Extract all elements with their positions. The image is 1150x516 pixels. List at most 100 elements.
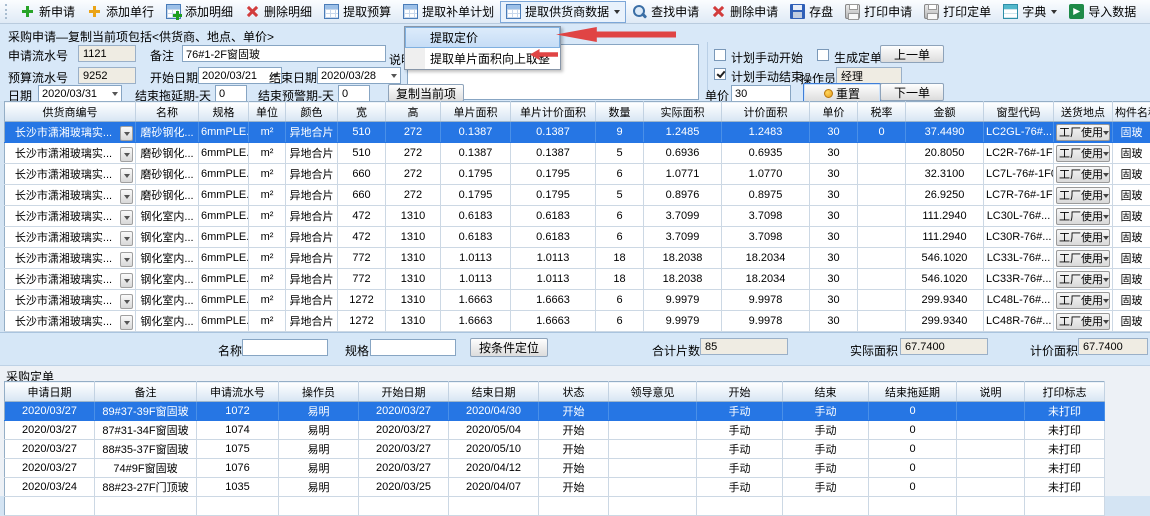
toolbar-grip[interactable]: [5, 4, 10, 19]
column-header[interactable]: 开始: [697, 382, 783, 402]
column-header[interactable]: 送货地点: [1054, 102, 1113, 122]
supplier-dropdown-button[interactable]: [120, 231, 133, 246]
column-header[interactable]: 状态: [539, 382, 609, 402]
dictionary-button[interactable]: 字典: [997, 1, 1063, 23]
delete-detail-button[interactable]: 删除明细: [239, 1, 318, 23]
supplier-dropdown-button[interactable]: [120, 294, 133, 309]
extract-supplier-data-button[interactable]: 提取供货商数据: [500, 1, 626, 23]
table-row[interactable]: 长沙市潇湘玻璃实...磨砂钢化...6mmPLE...m²异地合片6602720…: [5, 164, 1150, 185]
print-application-button[interactable]: 打印申请: [839, 1, 918, 23]
column-header[interactable]: 名称: [136, 102, 199, 122]
menu-item-extract-pricing[interactable]: 提取定价: [405, 27, 560, 48]
table-row[interactable]: 长沙市潇湘玻璃实...磨砂钢化...6mmPLE...m²异地合片5102720…: [5, 143, 1150, 164]
column-header[interactable]: 宽: [338, 102, 386, 122]
column-header[interactable]: 单片面积: [441, 102, 511, 122]
column-header[interactable]: 金额: [906, 102, 984, 122]
column-header[interactable]: 备注: [95, 382, 197, 402]
supplier-dropdown-button[interactable]: [120, 210, 133, 225]
plan-manual-end-checkbox[interactable]: [714, 68, 726, 80]
column-header[interactable]: 单位: [249, 102, 286, 122]
column-header[interactable]: 数量: [596, 102, 644, 122]
unit-price-input[interactable]: [731, 85, 791, 102]
delivery-location-dropdown[interactable]: 工厂使用: [1056, 271, 1110, 288]
delivery-location-dropdown[interactable]: 工厂使用: [1056, 313, 1110, 330]
supplier-dropdown-button[interactable]: [120, 168, 133, 183]
next-order-button[interactable]: 下一单: [880, 83, 944, 101]
delivery-location-dropdown[interactable]: 工厂使用: [1056, 250, 1110, 267]
delay-days-input[interactable]: [215, 85, 247, 102]
column-header[interactable]: 操作员: [279, 382, 359, 402]
add-single-row-button[interactable]: 添加单行: [81, 1, 160, 23]
supplier-dropdown-button[interactable]: [120, 315, 133, 330]
column-header[interactable]: 高: [386, 102, 441, 122]
column-header[interactable]: 结束日期: [449, 382, 539, 402]
table-row[interactable]: 长沙市潇湘玻璃实...磨砂钢化...6mmPLE...m²异地合片6602720…: [5, 185, 1150, 206]
column-header[interactable]: 规格: [199, 102, 249, 122]
column-header[interactable]: 税率: [858, 102, 906, 122]
locate-by-condition-button[interactable]: 按条件定位: [470, 338, 548, 357]
end-date-select[interactable]: 2020/03/28: [317, 67, 401, 84]
delete-application-button[interactable]: 删除申请: [705, 1, 784, 23]
date-select[interactable]: 2020/03/31: [38, 85, 122, 102]
table-row[interactable]: 长沙市潇湘玻璃实...磨砂钢化...6mmPLE...m²异地合片5102720…: [5, 122, 1150, 143]
delivery-location-dropdown[interactable]: 工厂使用: [1056, 166, 1110, 183]
copy-current-item-button[interactable]: 复制当前项: [388, 84, 464, 102]
column-header[interactable]: 计价面积: [722, 102, 810, 122]
table-row[interactable]: 长沙市潇湘玻璃实...钢化室内...6mmPLE...m²异地合片7721310…: [5, 269, 1150, 290]
table-row[interactable]: 2020/03/2788#35-37F窗固玻1075易明2020/03/2720…: [5, 440, 1105, 459]
warning-days-input[interactable]: [338, 85, 370, 102]
table-row[interactable]: 2020/03/2787#31-34F窗固玻1074易明2020/03/2720…: [5, 421, 1105, 440]
add-detail-button[interactable]: 添加明细: [160, 1, 239, 23]
import-data-button[interactable]: 导入数据: [1063, 1, 1142, 23]
delivery-location-dropdown[interactable]: 工厂使用: [1056, 229, 1110, 246]
column-header[interactable]: 开始日期: [359, 382, 449, 402]
reset-button[interactable]: 重置: [803, 83, 881, 103]
delivery-location-dropdown[interactable]: 工厂使用: [1056, 145, 1110, 162]
extract-supplement-plan-button[interactable]: 提取补单计划: [397, 1, 500, 23]
supplier-dropdown-button[interactable]: [120, 273, 133, 288]
supplier-dropdown-button[interactable]: [120, 126, 133, 141]
column-header[interactable]: 颜色: [286, 102, 338, 122]
extract-budget-button[interactable]: 提取预算: [318, 1, 397, 23]
save-button[interactable]: 存盘: [784, 1, 839, 23]
table-row[interactable]: 长沙市潇湘玻璃实...钢化室内...6mmPLE...m²异地合片4721310…: [5, 206, 1150, 227]
supplier-dropdown-button[interactable]: [120, 147, 133, 162]
column-header[interactable]: 领导意见: [609, 382, 697, 402]
column-header[interactable]: 申请日期: [5, 382, 95, 402]
supplier-dropdown-button[interactable]: [120, 252, 133, 267]
table-row[interactable]: 长沙市潇湘玻璃实...钢化室内...6mmPLE...m²异地合片4721310…: [5, 227, 1150, 248]
column-header[interactable]: 实际面积: [644, 102, 722, 122]
column-header[interactable]: 构件名称: [1113, 102, 1150, 122]
table-row[interactable]: 2020/03/2488#23-27F门顶玻1035易明2020/03/2520…: [5, 478, 1105, 497]
table-row[interactable]: 长沙市潇湘玻璃实...钢化室内...6mmPLE...m²异地合片1272131…: [5, 311, 1150, 332]
column-header[interactable]: 打印标志: [1025, 382, 1105, 402]
delivery-location-dropdown[interactable]: 工厂使用: [1056, 292, 1110, 309]
table-row[interactable]: 长沙市潇湘玻璃实...钢化室内...6mmPLE...m²异地合片1272131…: [5, 290, 1150, 311]
actual-area-value: 67.7400: [900, 338, 988, 355]
column-header[interactable]: 单片计价面积: [511, 102, 596, 122]
column-header[interactable]: 单价: [810, 102, 858, 122]
find-application-button[interactable]: 查找申请: [626, 1, 705, 23]
generate-order-checkbox[interactable]: [817, 49, 829, 61]
column-header[interactable]: 结束拖延期: [869, 382, 957, 402]
column-header[interactable]: 供货商编号: [5, 102, 136, 122]
table-row[interactable]: 2020/03/2789#37-39F窗固玻1072易明2020/03/2720…: [5, 402, 1105, 421]
new-application-button[interactable]: 新申请: [14, 1, 81, 23]
filter-spec-input[interactable]: [370, 339, 456, 356]
table-row[interactable]: 2020/03/2774#9F窗固玻1076易明2020/03/272020/0…: [5, 459, 1105, 478]
column-header[interactable]: 申请流水号: [197, 382, 279, 402]
column-header[interactable]: 窗型代码: [984, 102, 1054, 122]
supplier-dropdown-button[interactable]: [120, 189, 133, 204]
delivery-location-dropdown[interactable]: 工厂使用: [1056, 208, 1110, 225]
print-order-button[interactable]: 打印定单: [918, 1, 997, 23]
column-header[interactable]: 说明: [957, 382, 1025, 402]
delivery-location-dropdown[interactable]: 工厂使用: [1056, 187, 1110, 204]
column-header[interactable]: 结束: [783, 382, 869, 402]
previous-order-button[interactable]: 上一单: [880, 45, 944, 63]
plan-manual-start-checkbox[interactable]: [714, 49, 726, 61]
table-row[interactable]: 长沙市潇湘玻璃实...钢化室内...6mmPLE...m²异地合片7721310…: [5, 248, 1150, 269]
filter-name-input[interactable]: [242, 339, 328, 356]
cell: 1272: [338, 290, 386, 311]
delivery-location-dropdown[interactable]: 工厂使用: [1056, 124, 1110, 141]
note-input[interactable]: [182, 45, 386, 62]
